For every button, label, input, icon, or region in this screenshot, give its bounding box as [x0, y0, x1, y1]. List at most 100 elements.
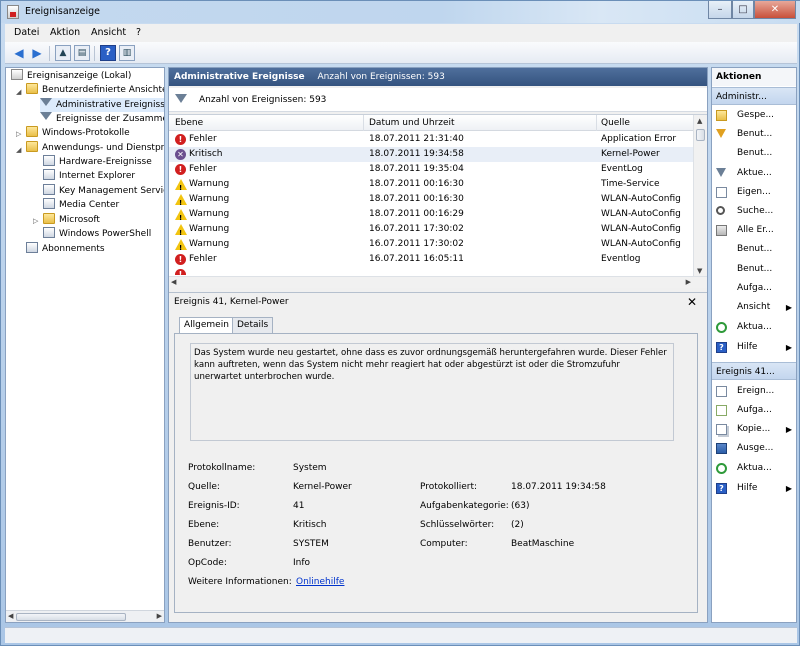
menu-view[interactable]: Ansicht — [91, 27, 126, 38]
expand-icon[interactable]: ▷ — [16, 130, 21, 138]
menu-file[interactable]: Datei — [14, 27, 39, 38]
column-datetime[interactable]: Datum und Uhrzeit — [369, 118, 455, 128]
user-value[interactable]: SYSTEM — [293, 539, 329, 549]
actions-pane: Aktionen Administr... Gespe... Benut... … — [711, 67, 797, 623]
action-export-view[interactable]: Benut... — [712, 240, 796, 259]
grid-horizontal-scrollbar[interactable]: ◀ ▶ — [169, 276, 707, 288]
opcode-value[interactable]: Info — [293, 558, 310, 568]
scroll-down-icon[interactable]: ▼ — [697, 267, 702, 275]
action-create-view[interactable]: Benut... — [712, 125, 796, 144]
tree-item-admin-events[interactable]: Administrative Ereignisse — [40, 98, 164, 112]
grid-vertical-scrollbar[interactable]: ▲ ▼ — [693, 115, 707, 277]
tree-item-subscriptions[interactable]: Abonnements — [26, 242, 105, 256]
more-info-label: Weitere Informationen: — [188, 577, 292, 587]
menu-help[interactable]: ? — [136, 27, 141, 38]
tree-item-summary-events[interactable]: Ereignisse der Zusammen — [40, 112, 164, 126]
event-viewer-icon — [11, 69, 23, 80]
table-row[interactable]: ! Fehler 16.07.2011 16:05:11 Eventlog — [169, 252, 693, 267]
action-copy-view[interactable]: Benut... — [712, 260, 796, 279]
event-detail-pane: Ereignis 41, Kernel-Power ✕ Allgemein De… — [169, 292, 707, 622]
center-pane: Administrative Ereignisse Anzahl von Ere… — [168, 67, 708, 623]
up-folder-icon[interactable]: ▲ — [55, 45, 71, 61]
maximize-button[interactable]: □ — [732, 1, 754, 19]
action-save-all[interactable]: Alle Er... — [712, 221, 796, 240]
action-import-view[interactable]: Benut... — [712, 144, 796, 163]
scroll-thumb[interactable] — [16, 613, 126, 621]
event-description[interactable]: Das System wurde neu gestartet, ohne das… — [190, 343, 674, 441]
scroll-right-icon[interactable]: ▶ — [157, 612, 162, 620]
action-refresh[interactable]: Aktua... — [712, 318, 796, 337]
action-save-selected[interactable]: Ausge... — [712, 439, 796, 458]
action-open-saved[interactable]: Gespe... — [712, 106, 796, 125]
action-find[interactable]: Suche... — [712, 202, 796, 221]
scroll-right-icon[interactable]: ▶ — [686, 278, 691, 286]
event-id-value[interactable]: 41 — [293, 501, 304, 511]
event-viewer-window: Ereignisanzeige – □ ✕ Datei Aktion Ansic… — [0, 0, 800, 646]
tree-item-root[interactable]: Ereignisanzeige (Lokal) — [11, 69, 131, 83]
log-name-label: Protokollname: — [188, 463, 256, 473]
back-arrow-icon[interactable]: ◀ — [11, 45, 27, 61]
help-icon: ? — [716, 483, 727, 494]
tree-item-custom-views[interactable]: Benutzerdefinierte Ansichten — [26, 83, 164, 97]
actions-section-admin[interactable]: Administr... — [712, 87, 796, 105]
action-copy[interactable]: Kopie... ▶ — [712, 420, 796, 439]
action-properties[interactable]: Eigen... — [712, 183, 796, 202]
task-category-value[interactable]: (63) — [511, 501, 529, 511]
table-row[interactable]: ! Warnung 18.07.2011 00:16:30 WLAN-AutoC… — [169, 192, 693, 207]
scroll-left-icon[interactable]: ◀ — [8, 612, 13, 620]
collapse-icon[interactable]: ◢ — [16, 146, 21, 154]
help-icon[interactable]: ? — [100, 45, 116, 61]
scroll-left-icon[interactable]: ◀ — [171, 278, 176, 286]
keywords-value[interactable]: (2) — [511, 520, 524, 530]
action-help-event[interactable]: ? Hilfe ▶ — [712, 479, 796, 498]
action-help[interactable]: ? Hilfe ▶ — [712, 338, 796, 357]
action-view[interactable]: Ansicht ▶ — [712, 298, 796, 317]
logged-value[interactable]: 18.07.2011 19:34:58 — [511, 482, 606, 492]
folder-icon — [26, 83, 38, 94]
tree-item-windows-logs[interactable]: Windows-Protokolle — [26, 126, 130, 140]
table-row[interactable]: ✕ Kritisch 18.07.2011 19:34:58 Kernel-Po… — [169, 147, 693, 162]
action-event-properties[interactable]: Ereign... — [712, 382, 796, 401]
column-source[interactable]: Quelle — [601, 118, 630, 128]
tree-horizontal-scrollbar[interactable]: ◀ ▶ — [6, 610, 164, 622]
event-detail-title: Ereignis 41, Kernel-Power — [174, 297, 289, 307]
level-value[interactable]: Kritisch — [293, 520, 326, 530]
table-row[interactable]: ! Warnung 18.07.2011 00:16:29 WLAN-AutoC… — [169, 207, 693, 222]
table-row[interactable]: ! Warnung 16.07.2011 17:30:02 WLAN-AutoC… — [169, 237, 693, 252]
tree-item-kms[interactable]: Key Management Service — [43, 184, 164, 198]
table-row[interactable]: ! Warnung 16.07.2011 17:30:02 WLAN-AutoC… — [169, 222, 693, 237]
tree-item-app-services[interactable]: Anwendungs- und Dienstpro — [26, 141, 164, 155]
close-icon[interactable]: ✕ — [687, 295, 697, 309]
tab-details[interactable]: Details — [232, 317, 274, 334]
tree-item-powershell[interactable]: Windows PowerShell — [43, 227, 151, 241]
table-row[interactable]: ! Fehler 18.07.2011 21:31:40 Application… — [169, 132, 693, 147]
tree-item-hardware[interactable]: Hardware-Ereignisse — [43, 155, 152, 169]
show-hide-actions-icon[interactable]: ▥ — [119, 45, 135, 61]
action-refresh-event[interactable]: Aktua... — [712, 459, 796, 478]
forward-arrow-icon[interactable]: ▶ — [29, 45, 45, 61]
log-name-value[interactable]: System — [293, 463, 327, 473]
expand-icon[interactable]: ▷ — [33, 217, 38, 225]
computer-value[interactable]: BeatMaschine — [511, 539, 574, 549]
collapse-icon[interactable]: ◢ — [16, 88, 21, 96]
actions-section-event[interactable]: Ereignis 41... — [712, 362, 796, 380]
tree-item-ie[interactable]: Internet Explorer — [43, 169, 135, 183]
action-attach-task-event[interactable]: Aufga... — [712, 401, 796, 420]
tree-item-microsoft[interactable]: Microsoft — [43, 213, 100, 227]
tree-item-media-center[interactable]: Media Center — [43, 198, 119, 212]
table-row-partial[interactable]: ! — [169, 267, 693, 275]
scroll-thumb[interactable] — [696, 129, 705, 141]
table-row[interactable]: ! Warnung 18.07.2011 00:16:30 Time-Servi… — [169, 177, 693, 192]
table-row[interactable]: ! Fehler 18.07.2011 19:35:04 EventLog — [169, 162, 693, 177]
scroll-up-icon[interactable]: ▲ — [697, 117, 702, 125]
action-attach-task[interactable]: Aufga... — [712, 279, 796, 298]
column-level[interactable]: Ebene — [175, 118, 203, 128]
minimize-button[interactable]: – — [708, 1, 732, 19]
show-hide-tree-icon[interactable]: ▤ — [74, 45, 90, 61]
online-help-link[interactable]: Onlinehilfe — [296, 577, 344, 587]
source-value[interactable]: Kernel-Power — [293, 482, 352, 492]
action-filter-current[interactable]: Aktue... — [712, 164, 796, 183]
menu-action[interactable]: Aktion — [50, 27, 80, 38]
close-button[interactable]: ✕ — [754, 1, 796, 19]
events-grid: Ebene Datum und Uhrzeit Quelle ! Fehler … — [169, 114, 707, 288]
